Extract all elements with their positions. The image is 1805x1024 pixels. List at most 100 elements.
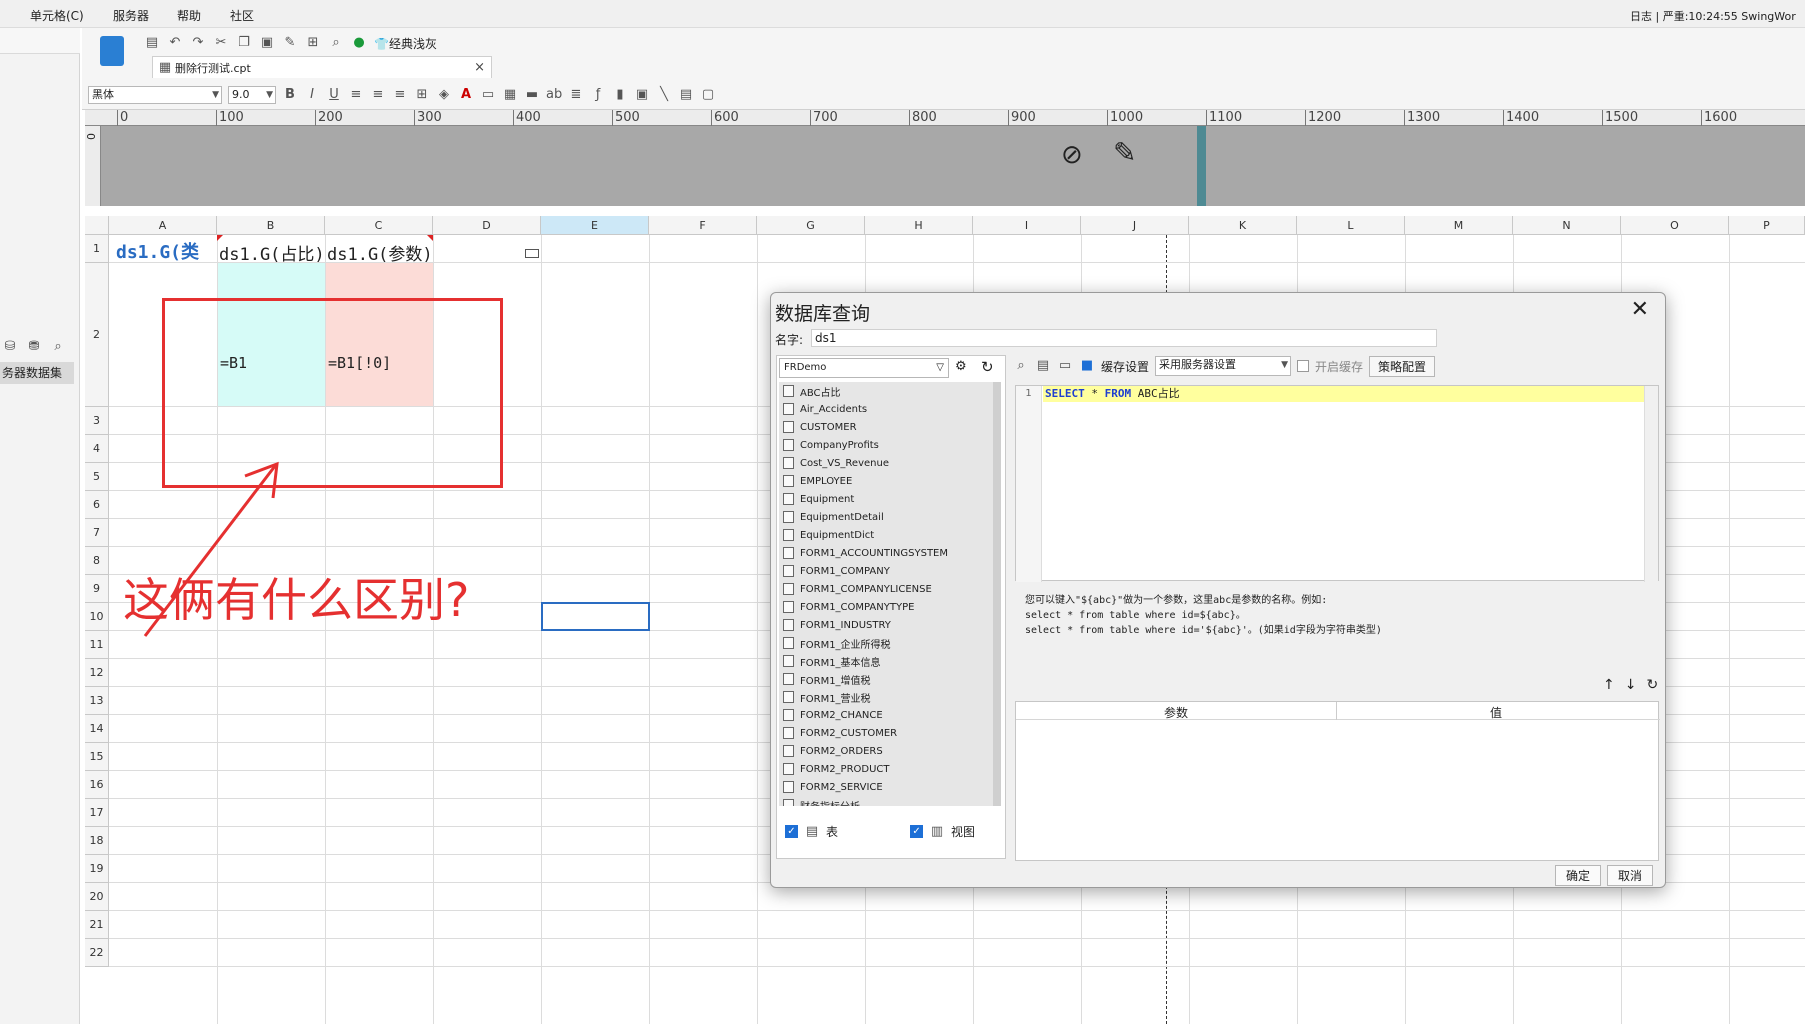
column-header[interactable]: M [1405, 216, 1513, 235]
column-header[interactable]: P [1729, 216, 1805, 235]
column-header[interactable]: F [649, 216, 757, 235]
table-list-item[interactable]: 财务指标分析 [779, 796, 1001, 806]
border-icon[interactable]: ⊞ [414, 87, 430, 103]
row-header[interactable]: 1 [85, 235, 109, 263]
ok-button[interactable]: 确定 [1554, 865, 1601, 886]
cell-expand-icon[interactable] [525, 249, 539, 258]
format-brush-icon[interactable]: ✎ [282, 35, 298, 51]
sql-icon[interactable]: ▭ [1057, 358, 1073, 374]
wrap-icon[interactable]: ≣ [568, 87, 584, 103]
column-header[interactable]: K [1189, 216, 1297, 235]
database-edit-icon[interactable]: ⛃ [26, 339, 42, 355]
corner-select-all[interactable] [85, 216, 109, 235]
row-header[interactable]: 19 [85, 855, 109, 883]
close-icon[interactable]: ✕ [1631, 297, 1649, 322]
row-header[interactable]: 9 [85, 575, 109, 603]
table-list-item[interactable]: Cost_VS_Revenue [779, 454, 1001, 472]
table-list-item[interactable]: Equipment [779, 490, 1001, 508]
cut-icon[interactable]: ✂ [213, 35, 229, 51]
page-boundary-marker[interactable] [1197, 126, 1206, 206]
table-list-item[interactable]: FORM1_基本信息 [779, 652, 1001, 670]
formula-icon[interactable]: ƒ [590, 87, 606, 103]
column-header[interactable]: I [973, 216, 1081, 235]
font-name-select[interactable]: 黑体 ▼ [88, 86, 222, 104]
close-icon[interactable]: × [474, 60, 485, 75]
row-header[interactable]: 21 [85, 911, 109, 939]
log-status[interactable]: 日志 | 严重:10:24:55 SwingWor [1630, 8, 1796, 24]
column-header[interactable]: E [541, 216, 649, 235]
row-header[interactable]: 12 [85, 659, 109, 687]
table-checkbox[interactable]: ✓ [785, 825, 798, 838]
image-icon[interactable]: ▣ [634, 87, 650, 103]
align-center-icon[interactable]: ≡ [370, 87, 386, 103]
arrow-down-icon[interactable]: ↓ [1625, 677, 1637, 693]
column-header[interactable]: L [1297, 216, 1405, 235]
table-list-item[interactable]: EMPLOYEE [779, 472, 1001, 490]
preview-icon[interactable]: ⌕ [328, 35, 344, 51]
table-list-item[interactable]: FORM2_PRODUCT [779, 760, 1001, 778]
row-header[interactable]: 18 [85, 827, 109, 855]
paste-icon[interactable]: ▣ [259, 35, 275, 51]
font-color-icon[interactable]: A [458, 87, 474, 103]
italic-icon[interactable]: I [304, 87, 320, 103]
table-list-item[interactable]: FORM1_COMPANYTYPE [779, 598, 1001, 616]
table-list-item[interactable]: Air_Accidents [779, 400, 1001, 418]
table-list-item[interactable]: FORM2_CUSTOMER [779, 724, 1001, 742]
slash-icon[interactable]: ╲ [656, 87, 672, 103]
pencil-icon[interactable]: ✎ [1113, 136, 1136, 169]
view-checkbox[interactable]: ✓ [910, 825, 924, 838]
table-list-item[interactable]: CUSTOMER [779, 418, 1001, 436]
align-right-icon[interactable]: ≡ [392, 87, 408, 103]
row-header[interactable]: 15 [85, 743, 109, 771]
table-list-item[interactable]: CompanyProfits [779, 436, 1001, 454]
column-header[interactable]: A [109, 216, 217, 235]
tab-current-file[interactable]: ▦ 删除行测试.cpt × [152, 56, 492, 78]
row-header[interactable]: 8 [85, 547, 109, 575]
server-setting-select[interactable]: 采用服务器设置 ▼ [1155, 356, 1292, 376]
save-icon[interactable]: ▤ [144, 35, 160, 51]
name-input[interactable]: ds1 [811, 329, 1437, 347]
row-header[interactable]: 7 [85, 519, 109, 547]
row-header[interactable]: 22 [85, 939, 109, 967]
table-list-item[interactable]: FORM2_ORDERS [779, 742, 1001, 760]
table-list-item[interactable]: ABC占比 [779, 382, 1001, 400]
row-header[interactable]: 3 [85, 407, 109, 435]
table-list-item[interactable]: EquipmentDict [779, 526, 1001, 544]
sql-scrollbar[interactable] [1644, 386, 1658, 582]
save-icon[interactable]: ▤ [1035, 358, 1051, 374]
enable-cache-checkbox[interactable] [1297, 360, 1310, 372]
table-list-item[interactable]: FORM1_ACCOUNTINGSYSTEM [779, 544, 1001, 562]
row-header[interactable]: 10 [85, 603, 109, 631]
subreport-icon[interactable]: ▤ [678, 87, 694, 103]
datasource-select[interactable]: FRDemo ▽ [779, 358, 949, 378]
row-header[interactable]: 6 [85, 491, 109, 519]
refresh-icon[interactable]: ↻ [1646, 677, 1658, 693]
text-icon[interactable]: ab [546, 87, 562, 103]
theme-button[interactable]: 👕经典浅灰 [374, 35, 437, 52]
row-header[interactable]: 4 [85, 435, 109, 463]
merge-icon[interactable]: ▭ [480, 87, 496, 103]
float-element-icon[interactable]: ▢ [700, 87, 716, 103]
table-list-item[interactable]: FORM2_CHANCE [779, 706, 1001, 724]
menu-server[interactable]: 服务器 [113, 7, 149, 24]
menu-help[interactable]: 帮助 [177, 7, 201, 24]
copy-icon[interactable]: ❐ [236, 35, 252, 51]
unmerge-icon[interactable]: ▦ [502, 87, 518, 103]
strategy-config-button[interactable]: 策略配置 [1369, 355, 1436, 377]
column-header[interactable]: D [433, 216, 541, 235]
sql-line[interactable]: SELECT * FROM ABC占比 [1043, 386, 1644, 402]
row-header[interactable]: 2 [85, 263, 109, 407]
menu-cell[interactable]: 单元格(C) [30, 7, 84, 24]
search-icon[interactable]: ⌕ [50, 339, 66, 355]
server-dataset-item[interactable]: 务器数据集 [0, 362, 74, 384]
column-header[interactable]: B [217, 216, 325, 235]
selected-cell[interactable] [541, 602, 650, 631]
column-header[interactable]: C [325, 216, 433, 235]
row-header[interactable]: 20 [85, 883, 109, 911]
refresh-icon[interactable]: ↻ [981, 358, 994, 376]
insert-row-icon[interactable]: ▬ [524, 87, 540, 103]
font-size-select[interactable]: 9.0 ▼ [228, 86, 276, 104]
column-header[interactable]: G [757, 216, 865, 235]
align-left-icon[interactable]: ≡ [348, 87, 364, 103]
template-params-icon[interactable]: ⊞ [305, 35, 321, 51]
